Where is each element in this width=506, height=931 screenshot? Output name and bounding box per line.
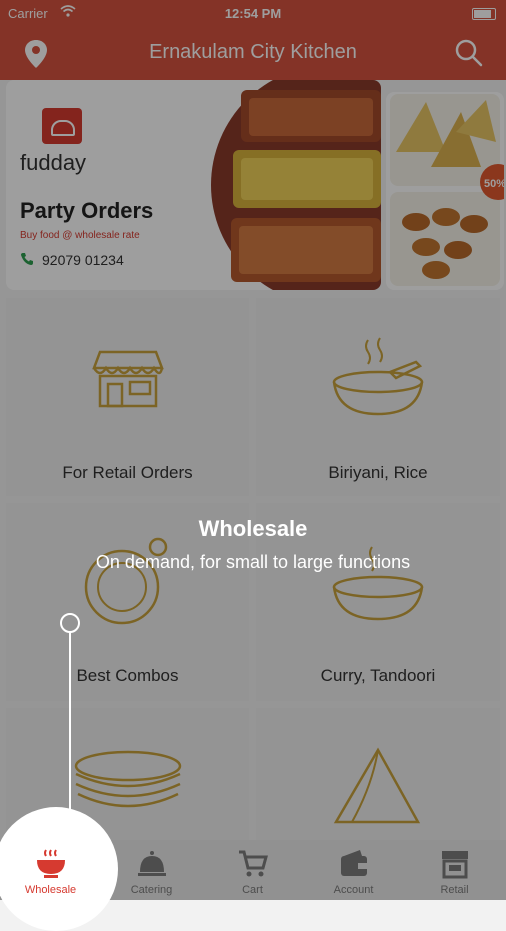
coachmark-text: On demand, for small to large functions (95, 552, 411, 572)
tab-label: Wholesale (24, 884, 77, 896)
wholesale-bowl-icon (37, 849, 65, 878)
wholesale-tab-highlight: Wholesale (0, 840, 101, 900)
coachmark-pointer-line (69, 632, 71, 822)
coachmark-title: Wholesale (198, 516, 308, 541)
tab-wholesale[interactable]: Wholesale (0, 840, 101, 900)
coachmark-pointer-dot (60, 613, 80, 633)
coachmark-overlay[interactable] (0, 0, 506, 900)
